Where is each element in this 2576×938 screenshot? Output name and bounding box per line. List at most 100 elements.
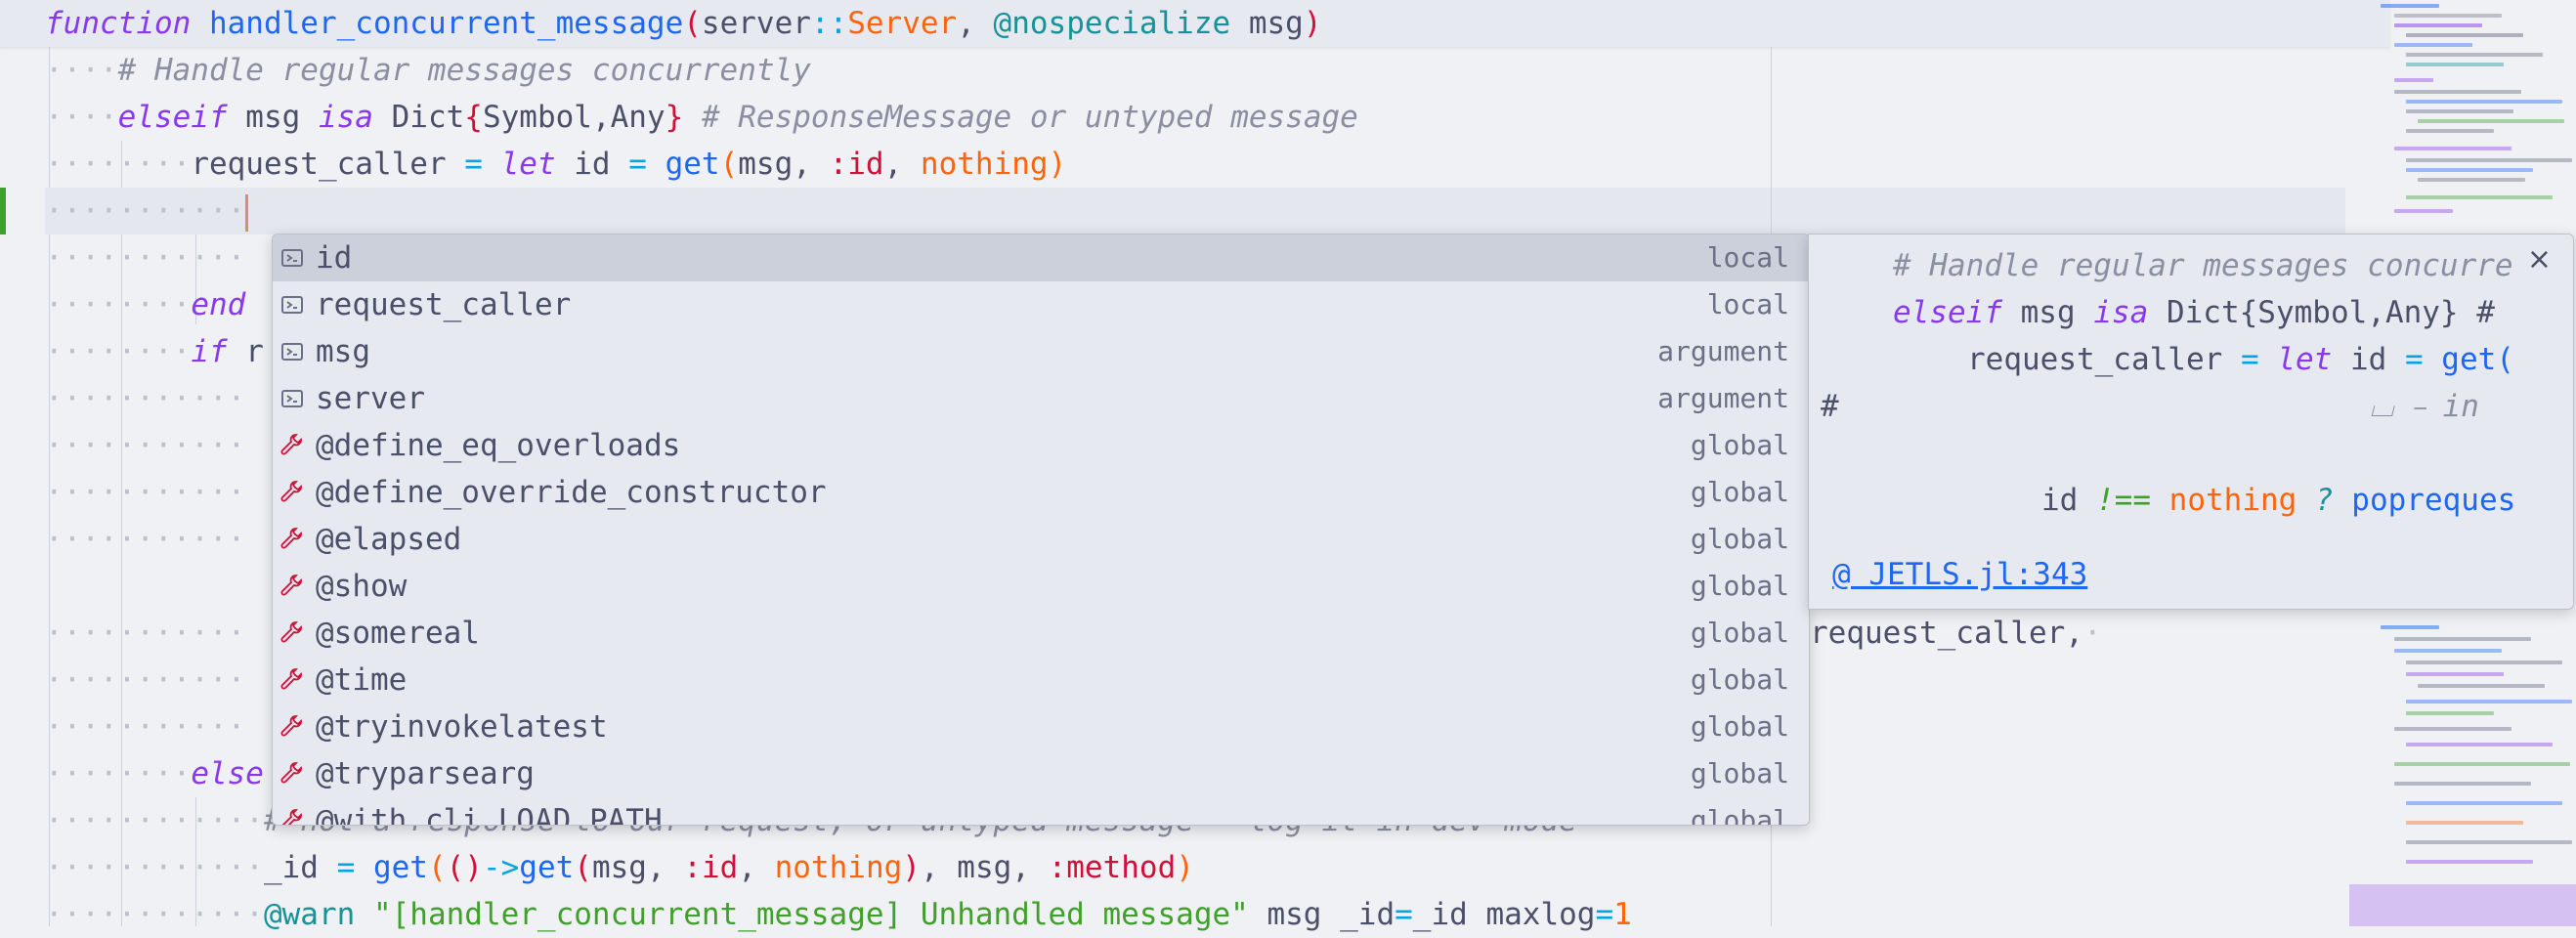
suggestion-item[interactable]: server argument xyxy=(273,375,1809,422)
minimap-line xyxy=(2406,860,2533,864)
suggestion-kind: global xyxy=(1690,804,1789,826)
git-change-indicator xyxy=(0,188,6,234)
minimap-line xyxy=(2394,78,2433,82)
suggestion-kind: local xyxy=(1706,241,1789,274)
wrench-icon xyxy=(280,481,302,502)
suggestion-item[interactable]: @somereal global xyxy=(273,610,1809,657)
minimap-line xyxy=(2406,168,2533,172)
minimap-line xyxy=(2406,743,2553,746)
suggestion-item[interactable]: @define_override_constructor global xyxy=(273,469,1809,516)
minimap-line xyxy=(2394,649,2502,653)
variable-icon xyxy=(281,296,303,314)
minimap-line xyxy=(2406,672,2504,676)
minimap-line xyxy=(2406,33,2523,37)
minimap-line xyxy=(2394,727,2512,731)
suggestion-item[interactable]: request_caller local xyxy=(273,281,1809,328)
suggestion-label: @tryinvokelatest xyxy=(316,709,608,745)
minimap-line xyxy=(2394,209,2453,213)
wrench-icon xyxy=(280,621,302,643)
suggestion-label: msg xyxy=(316,334,370,369)
sticky-scroll-header[interactable]: function handler_concurrent_message(serv… xyxy=(0,0,2390,47)
suggestion-item[interactable]: @define_eq_overloads global xyxy=(273,422,1809,469)
suggestion-label: id xyxy=(316,240,353,276)
wrench-icon xyxy=(280,575,302,596)
suggestion-label: @elapsed xyxy=(316,522,462,557)
minimap-line xyxy=(2406,129,2494,133)
autocomplete-list[interactable]: id local request_caller local msg argume… xyxy=(272,234,1810,826)
minimap-viewport[interactable] xyxy=(2349,884,2576,926)
suggestion-kind: argument xyxy=(1657,335,1789,367)
minimap-line xyxy=(2381,4,2439,8)
suggestion-item[interactable]: @time global xyxy=(273,657,1809,704)
suggestion-kind: argument xyxy=(1657,382,1789,414)
code-line[interactable]: ····# Handle regular messages concurrent… xyxy=(0,47,2390,94)
minimap-line xyxy=(2406,100,2562,104)
suggestion-label: @define_eq_overloads xyxy=(316,428,681,463)
minimap-line xyxy=(2406,801,2562,805)
code-line[interactable]: ············@warn "[handler_concurrent_m… xyxy=(0,891,2390,938)
minimap-line xyxy=(2406,53,2543,57)
text-cursor xyxy=(245,193,249,232)
suggestion-item[interactable]: id local xyxy=(273,234,1809,281)
doc-line: # xyxy=(1821,389,1839,424)
minimap-line xyxy=(2394,147,2512,150)
doc-line: elseif msg isa Dict{Symbol,Any} # xyxy=(1893,295,2495,330)
current-line[interactable]: ··········· xyxy=(45,188,2345,234)
minimap-line xyxy=(2406,109,2513,113)
suggestion-item[interactable]: @elapsed global xyxy=(273,516,1809,563)
suggestion-kind: global xyxy=(1690,476,1789,508)
suggestion-kind: global xyxy=(1690,523,1789,555)
wrench-icon xyxy=(281,809,302,825)
suggestion-label: server xyxy=(316,381,425,416)
code-line[interactable]: ············_id = get(()->get(msg, :id, … xyxy=(0,844,2390,891)
suggestion-item[interactable]: @with_cli_LOAD_PATH global xyxy=(273,797,1809,826)
minimap-line xyxy=(2406,711,2494,715)
wrench-icon xyxy=(280,528,302,549)
suggestion-kind: global xyxy=(1690,617,1789,649)
suggestion-label: request_caller xyxy=(316,287,572,322)
variable-icon xyxy=(281,249,303,267)
wrench-icon xyxy=(280,668,302,690)
code-line-tail: request_caller,· xyxy=(1810,616,2102,651)
doc-line: ⌴ ⎯ in xyxy=(2370,389,2479,424)
suggestion-kind: global xyxy=(1690,710,1789,743)
wrench-icon xyxy=(280,434,302,455)
minimap-line xyxy=(2418,119,2564,123)
suggestion-label: @somereal xyxy=(316,616,480,651)
minimap-line xyxy=(2418,684,2545,688)
comment: # Handle regular messages concurrently xyxy=(117,53,811,88)
suggestion-label: @define_override_constructor xyxy=(316,475,827,510)
code-line[interactable]: ········request_caller = let id = get(ms… xyxy=(0,141,2390,188)
minimap-line xyxy=(2394,762,2570,766)
minimap-line xyxy=(2406,840,2572,844)
suggestion-item[interactable]: msg argument xyxy=(273,328,1809,375)
function-name: handler_concurrent_message xyxy=(208,6,684,41)
code-line[interactable]: ····elseif msg isa Dict{Symbol,Any} # Re… xyxy=(0,94,2390,141)
minimap-line xyxy=(2394,637,2531,641)
suggestion-kind: global xyxy=(1690,429,1789,461)
keyword-function: function xyxy=(45,6,192,41)
suggestion-item[interactable]: @tryinvokelatest global xyxy=(273,704,1809,750)
suggestion-label: @tryparsearg xyxy=(316,756,535,791)
minimap-line xyxy=(2406,158,2572,162)
suggestion-kind: local xyxy=(1706,288,1789,320)
variable-icon xyxy=(281,343,303,361)
minimap-line xyxy=(2406,700,2572,704)
wrench-icon xyxy=(280,715,302,737)
close-icon[interactable]: × xyxy=(2527,242,2552,277)
variable-icon xyxy=(281,390,303,407)
suggestion-label: @time xyxy=(316,662,408,698)
minimap-line xyxy=(2394,43,2472,47)
minimap-line xyxy=(2406,821,2523,825)
suggestion-item[interactable]: @show global xyxy=(273,563,1809,610)
suggestion-label: @with_cli_LOAD_PATH xyxy=(316,803,663,826)
minimap-line xyxy=(2406,195,2553,199)
suggestion-details-panel[interactable]: × # Handle regular messages concurre els… xyxy=(1808,234,2574,610)
minimap-line xyxy=(2381,625,2439,629)
suggestion-item[interactable]: @tryparsearg global xyxy=(273,750,1809,797)
doc-line: request_caller = let id = get( xyxy=(1967,342,2514,377)
minimap-line xyxy=(2418,178,2525,182)
source-location-link[interactable]: @ JETLS.jl:343 xyxy=(1832,557,2087,592)
minimap-line xyxy=(2394,90,2521,94)
wrench-icon xyxy=(280,762,302,784)
